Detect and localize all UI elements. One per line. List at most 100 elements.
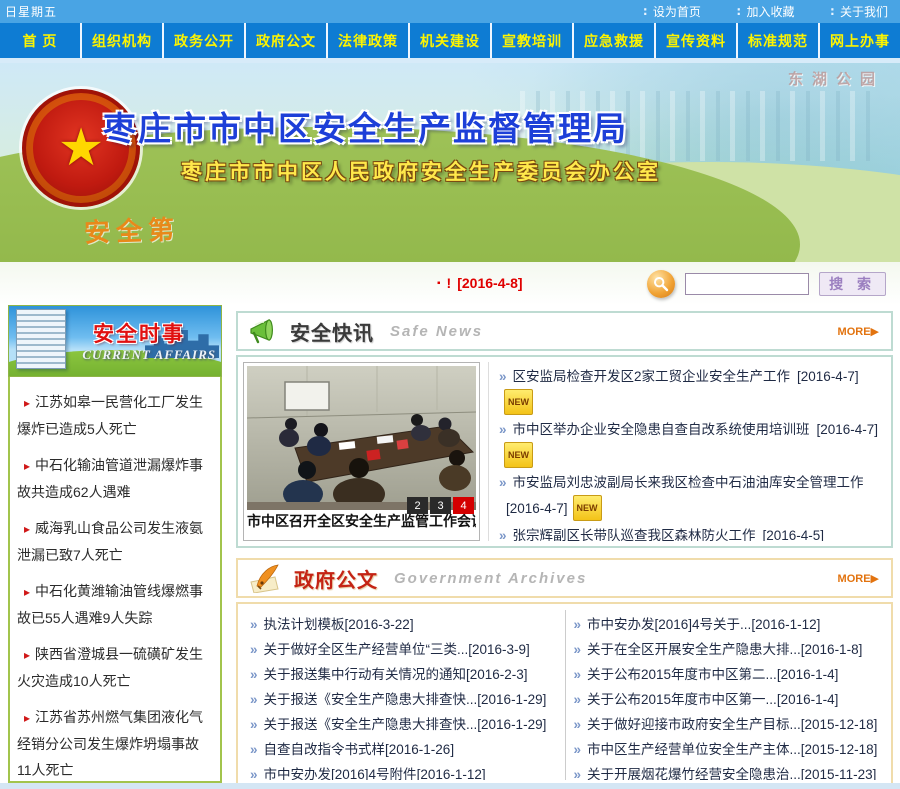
sidebar-current-affairs: 安全时事 CURRENT AFFAIRS ▸江苏如皋一民营化工厂发生爆炸已造成5… [8, 305, 222, 783]
more-label: MORE [838, 573, 871, 585]
archive-item[interactable]: »关于开展烟花爆竹经营安全隐患治...[2015-11-23] [574, 762, 882, 780]
section-government-archives: 政府公文 Government Archives MORE▶ » 执法计划模板 [2… [236, 558, 893, 788]
archive-date: [2016-1-29] [477, 717, 546, 732]
safe-news-title: 安全快讯 [290, 317, 374, 346]
slideshow-page[interactable]: 4 [453, 497, 474, 514]
archive-text: 关于报送集中行动有关情况的通知 [264, 667, 467, 682]
news-item[interactable]: »市安监局刘忠波副局长来我区检查中石油油库安全管理工作[2016-4-7]NEW [499, 471, 884, 521]
archive-date: [2016-1-4] [777, 667, 839, 682]
blue-arrow-bullet-icon: » [250, 717, 258, 732]
ticker-date: [2016-4-8] [457, 275, 522, 291]
archive-item[interactable]: »关于做好全区生产经营单位“三类...[2016-3-9] [250, 637, 559, 662]
site-subtitle: 枣庄市市中区人民政府安全生产委员会办公室 [181, 156, 661, 186]
blue-arrow-bullet-icon: » [574, 692, 582, 707]
search-magnifier-icon[interactable] [647, 270, 675, 298]
blue-arrow-bullet-icon: » [250, 617, 258, 632]
topbar-link[interactable]: ∶ 设为首页 [643, 3, 701, 20]
nav-item[interactable]: 机关建设 [410, 23, 492, 58]
safe-news-subtitle: Safe News [390, 323, 838, 340]
dot-separator-icon: ∶ [643, 5, 647, 19]
archives-more-link[interactable]: MORE▶ [838, 572, 879, 585]
slideshow-page[interactable]: 3 [430, 497, 451, 514]
blue-arrow-bullet-icon: » [250, 692, 258, 707]
topbar-links: ∶ 设为首页 ∶ 加入收藏 ∶ 关于我们 [643, 3, 888, 20]
safe-news-more-link[interactable]: MORE▶ [838, 325, 879, 338]
archive-item[interactable]: »市中区生产经营单位安全生产主体...[2015-12-18] [574, 737, 882, 762]
news-item[interactable]: »区安监局检查开发区2家工贸企业安全生产工作[2016-4-7]NEW [499, 365, 884, 415]
topbar: 日星期五 ∶ 设为首页 ∶ 加入收藏 ∶ 关于我们 [0, 0, 900, 23]
archives-subtitle: Government Archives [394, 570, 838, 587]
archive-text: 关于开展烟花爆竹经营安全隐患治... [587, 767, 801, 780]
sidebar-news-item[interactable]: ▸中石化输油管道泄漏爆炸事故共造成62人遇难 [17, 452, 213, 505]
sidebar-news-item[interactable]: ▸中石化黄潍输油管线爆燃事故已55人遇难9人失踪 [17, 578, 213, 631]
dot-separator-icon: ∶ [737, 5, 741, 19]
nav-item[interactable]: 网上办事 [820, 23, 900, 58]
blue-arrow-bullet-icon: » [574, 717, 582, 732]
archive-text: 市中安办发[2016]4号附件 [264, 767, 417, 780]
weekday-text: 日星期五 [5, 3, 57, 20]
archive-item[interactable]: »市中安办发[2016]4号附件[2016-1-12] [250, 762, 559, 780]
sidebar-news-item[interactable]: ▸江苏省苏州燃气集团液化气经销分公司发生爆炸坍塌事故11人死亡 [17, 704, 213, 783]
news-item[interactable]: »市中区举办企业安全隐患自查自改系统使用培训班[2016-4-7]NEW [499, 418, 884, 468]
news-text: 市安监局刘忠波副局长来我区检查中石油油库安全管理工作 [513, 475, 864, 490]
red-arrow-bullet-icon: ▸ [24, 648, 30, 662]
sidebar-news-item[interactable]: ▸江苏如皋一民营化工厂发生爆炸已造成5人死亡 [17, 389, 213, 442]
search-input[interactable] [685, 273, 809, 295]
archive-item[interactable]: »自查自改指令书式样[2016-1-26] [250, 737, 559, 762]
blue-arrow-bullet-icon: » [250, 767, 258, 780]
archive-text: 执法计划模板 [264, 617, 345, 632]
archive-item[interactable]: » 关于报送《安全生产隐患大排查快...[2016-1-29] [250, 712, 559, 737]
nav-item[interactable]: 宣教培训 [492, 23, 574, 58]
archive-text: 关于报送《安全生产隐患大排查快... [264, 717, 478, 732]
nav-item[interactable]: 政府公文 [246, 23, 328, 58]
slideshow-page[interactable]: 2 [407, 497, 428, 514]
blue-arrow-bullet-icon: » [574, 742, 582, 757]
archive-item[interactable]: » 关于报送《安全生产隐患大排查快...[2016-1-29] [250, 687, 559, 712]
archive-text: 自查自改指令书式样 [264, 742, 386, 757]
search-button[interactable]: 搜 索 [819, 272, 886, 296]
nav-item[interactable]: 法律政策 [328, 23, 410, 58]
sidebar-subtitle: CURRENT AFFAIRS [82, 347, 216, 363]
blue-arrow-bullet-icon: » [250, 667, 258, 682]
archive-item[interactable]: »关于在全区开展安全生产隐患大排...[2016-1-8] [574, 637, 882, 662]
topbar-link[interactable]: ∶ 加入收藏 [737, 3, 795, 20]
archive-text: 关于报送《安全生产隐患大排查快... [264, 692, 478, 707]
sidebar-news-item[interactable]: ▸威海乳山食品公司发生液氨泄漏已致7人死亡 [17, 515, 213, 568]
blue-arrow-bullet-icon: » [574, 667, 582, 682]
nav-item[interactable]: 标准规范 [738, 23, 820, 58]
news-text: 区安监局检查开发区2家工贸企业安全生产工作 [513, 369, 791, 384]
news-ticker[interactable]: ▪ ! [2016-4-8] [437, 275, 523, 291]
sidebar-header-image: 安全时事 CURRENT AFFAIRS [8, 305, 222, 377]
nav-item[interactable]: 组织机构 [82, 23, 164, 58]
archive-item[interactable]: »市中安办发[2016]4号关于...[2016-1-12] [574, 612, 882, 637]
more-arrow-icon: ▶ [871, 573, 879, 585]
nav-item[interactable]: 应急救援 [574, 23, 656, 58]
archive-item[interactable]: »执法计划模板[2016-3-22] [250, 612, 559, 637]
topbar-link[interactable]: ∶ 关于我们 [830, 3, 888, 20]
archive-text: 关于做好全区生产经营单位“三类... [264, 642, 469, 657]
safe-news-list: » 区安监局检查开发区2家工贸企业安全生产工作 [2016-4-7] NEW »市中区… [488, 362, 886, 541]
nav-item[interactable]: 首 页 [0, 23, 82, 58]
archive-item[interactable]: »关于公布2015年度市中区第二...[2016-1-4] [574, 662, 882, 687]
new-badge: NEW [573, 495, 602, 521]
slideshow-photo[interactable] [247, 366, 476, 510]
nav-item[interactable]: 政务公开 [164, 23, 246, 58]
topbar-link-label: 加入收藏 [746, 3, 794, 20]
sidebar-news-text: 江苏如皋一民营化工厂发生爆炸已造成5人死亡 [17, 394, 203, 437]
section-safe-news: 安全快讯 Safe News MORE▶ [236, 311, 893, 548]
blue-arrow-bullet-icon: » [499, 475, 507, 490]
archives-header: 政府公文 Government Archives MORE▶ [236, 558, 893, 598]
park-watermark: 东湖公园 [788, 68, 884, 89]
news-item[interactable]: »张宗辉副区长带队巡查我区森林防火工作[2016-4-5] [499, 524, 884, 541]
blue-arrow-bullet-icon: » [574, 767, 582, 780]
nav-item[interactable]: 宣传资料 [656, 23, 738, 58]
slideshow[interactable]: 2 3 4 市中区召开全区安全生产监管工作会议 [243, 362, 480, 541]
news-date: [2016-4-7] [797, 369, 859, 384]
blue-arrow-bullet-icon: » [499, 369, 507, 384]
archive-date: [2016-1-29] [477, 692, 546, 707]
archive-item[interactable]: »关于报送集中行动有关情况的通知[2016-2-3] [250, 662, 559, 687]
archive-item[interactable]: »关于做好迎接市政府安全生产目标...[2015-12-18] [574, 712, 882, 737]
archive-item[interactable]: »关于公布2015年度市中区第一...[2016-1-4] [574, 687, 882, 712]
sidebar-news-item[interactable]: ▸陕西省澄城县一硫磺矿发生火灾造成10人死亡 [17, 641, 213, 694]
main-nav: 首 页 组织机构 政务公开 政府公文 法律政策 机关建设 宣教培训 应急救援 宣… [0, 23, 900, 58]
